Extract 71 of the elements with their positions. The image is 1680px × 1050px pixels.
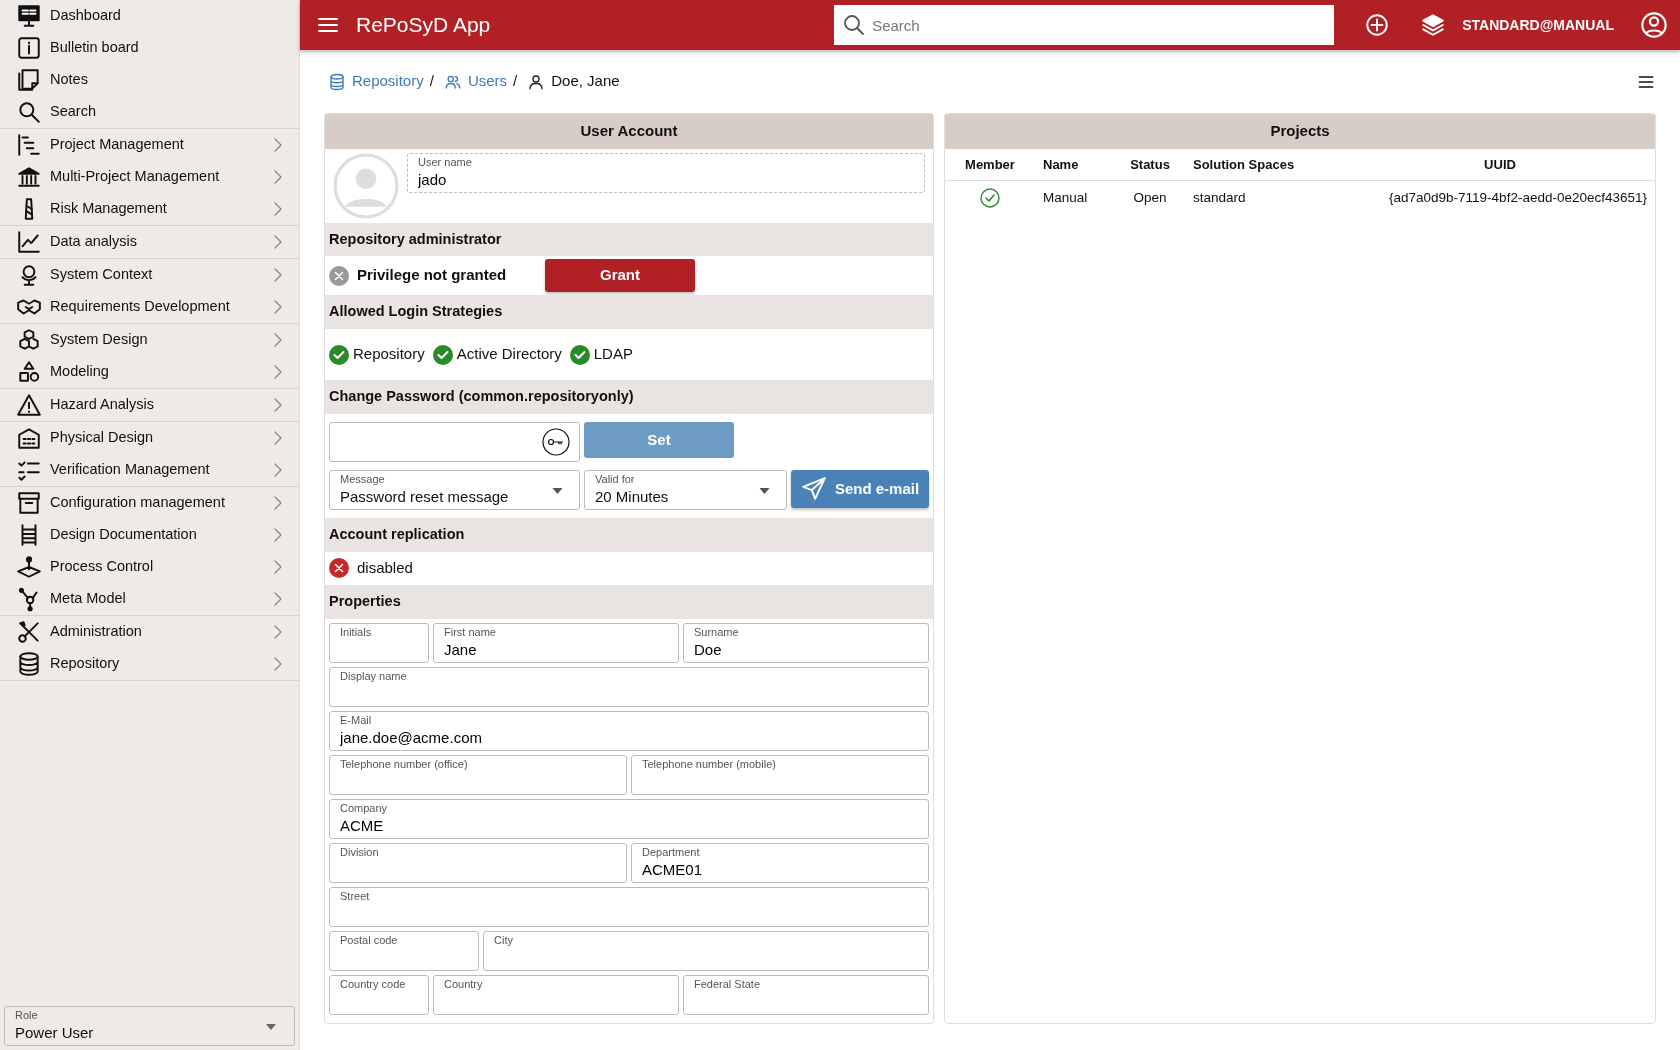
field-label: Street (340, 890, 370, 903)
field-label: Display name (340, 670, 407, 683)
breadcrumb-separator: / (429, 71, 434, 92)
table-cell: {ad7a0d9b-7119-4bf2-aedd-0e20ecf43651} (1345, 180, 1655, 216)
dropdown-field[interactable]: Message Password reset message (329, 469, 580, 510)
table-cell: Manual (1035, 180, 1115, 216)
field-label: User name (418, 155, 472, 169)
field-label: Company (340, 802, 388, 815)
replication-status: disabled (357, 558, 413, 579)
breadcrumb-current: Doe, Jane (551, 71, 620, 92)
section-heading: Properties (325, 585, 933, 619)
strategy-label: Repository (353, 344, 425, 365)
column-header: Status (1115, 148, 1185, 181)
column-header: Name (1035, 148, 1115, 181)
field-label: Department (642, 846, 700, 859)
field-label: First name (444, 626, 496, 639)
sidebar-item[interactable]: Multi-Project Management (0, 161, 299, 193)
sidebar-item[interactable]: Hazard Analysis (0, 389, 299, 421)
grant-button[interactable]: Grant (545, 259, 695, 293)
sidebar-item[interactable]: System Context (0, 259, 299, 291)
column-header: UUID (1345, 148, 1655, 181)
strategy-label: LDAP (593, 344, 633, 365)
field-label: Postal code (340, 934, 398, 947)
table-cell: Open (1115, 180, 1185, 216)
sidebar-item[interactable]: Process Control (0, 551, 299, 583)
section-heading: Repository administrator (325, 222, 933, 257)
field-label: Surname (694, 626, 739, 639)
field-label: Telephone number (mobile) (642, 758, 776, 771)
sidebar-item[interactable]: Meta Model (0, 583, 299, 615)
column-header: Member (945, 148, 1035, 181)
breadcrumb-separator: / (513, 71, 518, 92)
send-email-button[interactable]: Send e-mail (791, 469, 929, 508)
sidebar-item[interactable]: Bulletin board (0, 32, 299, 64)
sidebar-item[interactable]: Physical Design (0, 422, 299, 454)
sidebar-item[interactable]: Project Management (0, 129, 299, 161)
field-label: Federal State (694, 978, 761, 991)
sidebar-item[interactable]: Notes (0, 64, 299, 96)
section-heading: Allowed Login Strategies (325, 295, 933, 329)
field-label: Division (340, 846, 379, 859)
role-dropdown[interactable]: Role Power User (4, 1006, 295, 1046)
field-label: E-Mail (340, 714, 372, 727)
field-label: City (494, 934, 513, 947)
sidebar-item[interactable]: Design Documentation (0, 519, 299, 551)
sidebar-item[interactable]: System Design (0, 324, 299, 356)
app-title: RePoSyD App (356, 12, 491, 39)
field-label: Country (444, 978, 483, 991)
field-label: Telephone number (office) (340, 758, 468, 771)
breadcrumb-link[interactable]: Users (467, 70, 508, 93)
sidebar-item[interactable]: Administration (0, 616, 299, 648)
strategy-label: Active Directory (456, 344, 562, 365)
context-label[interactable]: STANDARD@MANUAL (1462, 14, 1614, 36)
section-heading: Account replication (325, 517, 933, 552)
privilege-status: Privilege not granted (357, 265, 508, 286)
sidebar-item[interactable]: Modeling (0, 356, 299, 388)
column-header: Solution Spaces (1185, 148, 1345, 181)
sidebar-item[interactable]: Dashboard (0, 0, 299, 32)
table-cell: standard (1185, 180, 1345, 216)
panel-title: User Account (325, 114, 933, 149)
sidebar-item[interactable]: Risk Management (0, 193, 299, 225)
sidebar-item[interactable]: Repository (0, 648, 299, 680)
field-label: Country code (340, 978, 406, 991)
sidebar-item[interactable]: Search (0, 96, 299, 128)
sidebar-item[interactable]: Configuration management (0, 487, 299, 519)
sidebar-item[interactable]: Data analysis (0, 226, 299, 258)
sidebar-item[interactable]: Verification Management (0, 454, 299, 486)
panel-title: Projects (945, 114, 1655, 149)
sidebar-item[interactable]: Requirements Development (0, 291, 299, 323)
breadcrumb-link[interactable]: Repository (352, 70, 424, 93)
field-label: Initials (340, 626, 372, 639)
section-heading: Change Password (common.repositoryonly) (325, 380, 933, 414)
dropdown-field[interactable]: Valid for 20 Minutes (584, 469, 787, 510)
